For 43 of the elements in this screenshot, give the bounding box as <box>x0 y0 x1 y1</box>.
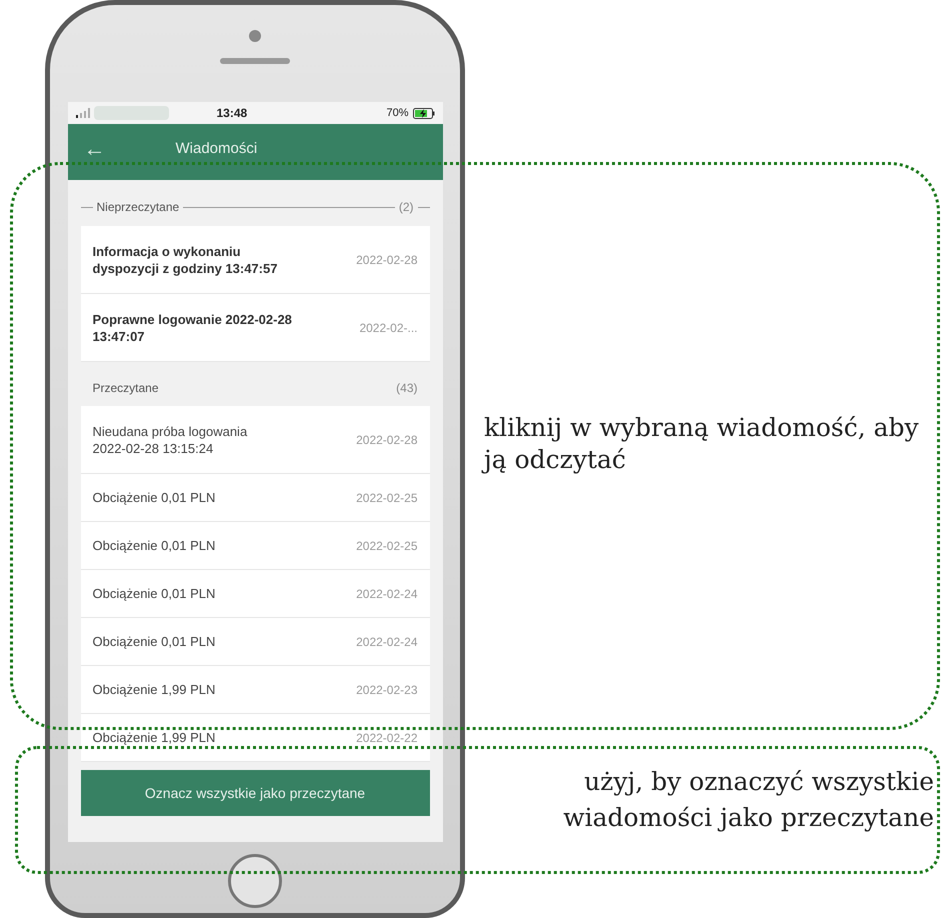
message-row[interactable]: Obciążenie 0,01 PLN 2022-02-25 <box>80 474 430 522</box>
message-row[interactable]: Poprawne logowanie 2022-02-28 13:47:07 2022-02-... <box>80 294 430 362</box>
message-row[interactable]: Informacja o wykonaniu dyspozycji z godziny 13:47:57 2022-02-28 <box>80 226 430 294</box>
status-time: 13:48 <box>216 105 248 122</box>
message-date: 2022-02-25 <box>356 490 418 506</box>
charging-battery-icon <box>412 108 434 118</box>
message-date: 2022-02-28 <box>356 252 418 268</box>
annotation-text: kliknij w wybraną wiadomość, aby ją odczytać <box>484 412 924 476</box>
message-subject: Obciążenie 0,01 PLN <box>92 537 216 554</box>
message-date: 2022-02-24 <box>356 586 418 602</box>
annotation-text: użyj, by oznaczyć wszystkie wiadomości jako przeczytane <box>562 766 934 834</box>
message-subject: Obciążenie 1,99 PLN <box>92 681 216 698</box>
message-date: 2022-02-23 <box>356 682 418 698</box>
home-button[interactable] <box>228 854 282 908</box>
back-button[interactable]: ← <box>84 138 106 160</box>
message-date: 2022-02-28 <box>356 432 418 448</box>
message-subject: Obciążenie 0,01 PLN <box>92 489 216 506</box>
mark-all-read-button[interactable]: Oznacz wszystkie jako przeczytane <box>80 770 430 816</box>
message-subject: Obciążenie 1,99 PLN <box>92 729 216 746</box>
message-row[interactable]: Obciążenie 1,99 PLN 2022-02-22 <box>80 714 430 762</box>
message-subject: Poprawne logowanie 2022-02-28 13:47:07 <box>92 310 293 344</box>
message-date: 2022-02-22 <box>356 730 418 746</box>
message-row[interactable]: Obciążenie 1,99 PLN 2022-02-23 <box>80 666 430 714</box>
camera-icon <box>249 30 261 42</box>
message-subject: Informacja o wykonaniu dyspozycji z godziny 13:47:57 <box>92 242 278 276</box>
message-row[interactable]: Obciążenie 0,01 PLN 2022-02-25 <box>80 522 430 570</box>
message-row[interactable]: Obciążenie 0,01 PLN 2022-02-24 <box>80 570 430 618</box>
section-label: Przeczytane <box>92 380 159 397</box>
speaker-grille <box>220 58 290 64</box>
section-count: (2) <box>398 199 414 216</box>
section-count: (43) <box>396 380 418 397</box>
battery-percentage: 70% <box>386 106 408 121</box>
message-subject: Obciążenie 0,01 PLN <box>92 633 216 650</box>
message-date: 2022-02-25 <box>356 538 418 554</box>
signal-icon <box>76 108 90 118</box>
screen-title: Wiadomości <box>176 139 258 159</box>
message-subject: Nieudana próba logowania 2022-02-28 13:15:24 <box>92 422 248 456</box>
message-row[interactable]: Obciążenie 0,01 PLN 2022-02-24 <box>80 618 430 666</box>
message-row[interactable]: Nieudana próba logowania 2022-02-28 13:15:24 2022-02-28 <box>80 406 430 474</box>
message-date: 2022-02-24 <box>356 634 418 650</box>
section-label: Nieprzeczytane <box>96 199 180 216</box>
message-subject: Obciążenie 0,01 PLN <box>92 585 216 602</box>
message-date: 2022-02-... <box>359 320 418 336</box>
